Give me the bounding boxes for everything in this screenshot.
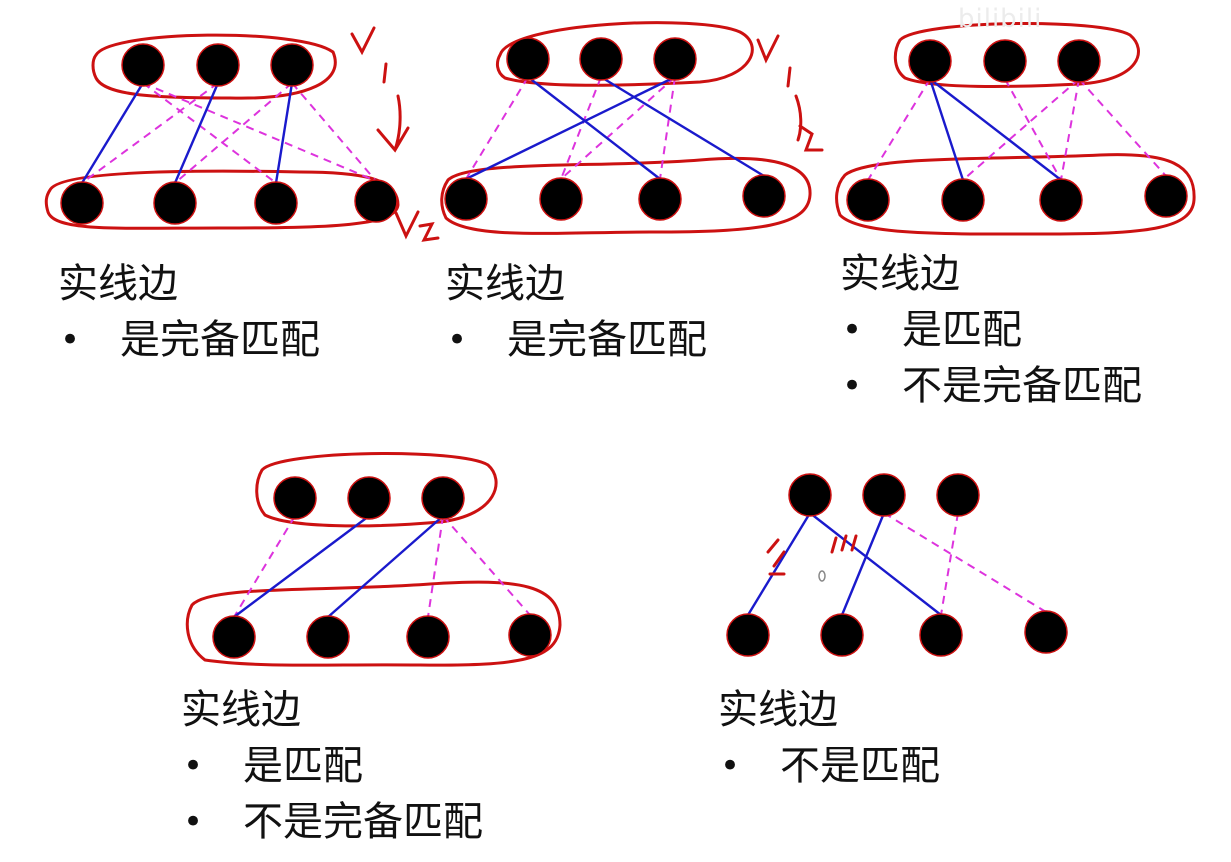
bullet-list: 是完备匹配 [58,312,320,368]
graph-p1 [44,33,400,230]
dashed-edge [962,78,1080,181]
solid-edge [327,515,444,618]
dashed-edge [1060,78,1080,181]
vertex [638,177,682,221]
vertex [121,43,165,87]
bullet-item: 是匹配 [840,302,1142,358]
dashed-edge [940,512,959,616]
v2-mark [794,94,824,152]
vertex [941,178,985,222]
vertex [506,37,550,81]
pen-dot [818,570,826,582]
vertex [153,181,197,225]
caption-p3: 实线边 是匹配 不是完备匹配 [840,246,1142,414]
dashed-edge [442,515,531,616]
dashed-edge [233,515,296,618]
vertex [254,181,298,225]
vertex [306,615,350,659]
vertex [653,37,697,81]
caption-title: 实线边 [181,687,301,733]
vertex [579,37,623,81]
bullet-item: 不是匹配 [718,738,940,794]
dashed-edge [427,515,444,618]
dashed-edge [1004,78,1062,181]
bullet-list: 是匹配 不是完备匹配 [840,302,1142,414]
vertex [1024,610,1068,654]
vertex [354,179,398,223]
vertex [60,181,104,225]
vertex [936,473,980,517]
bullet-item: 是完备匹配 [445,312,707,368]
vertex [846,178,890,222]
vertex [1057,39,1101,83]
solid-edge [929,78,1062,181]
caption-p4: 实线边 是匹配 不是完备匹配 [181,682,483,850]
vertex [539,177,583,221]
dashed-edge [867,78,931,181]
caption-title: 实线边 [718,687,838,733]
dashed-edge [659,76,676,180]
v1-mark [756,34,780,64]
vertex [196,43,240,87]
v1-subscript-mark [382,62,388,84]
caption-title: 实线边 [840,251,960,297]
solid-edge [80,82,145,184]
solid-edge [274,82,294,184]
solid-edge [928,78,965,181]
v2-mark [394,210,440,242]
solid-edge [840,512,886,616]
vertex [742,174,786,218]
vertex [919,613,963,657]
vertex [983,39,1027,83]
cross-mark-icon [830,534,858,554]
vertex [444,177,488,221]
caption-p5: 实线边 不是匹配 [718,682,940,794]
caption-title: 实线边 [445,261,565,307]
dashed-edge [291,82,377,182]
v1-subscript-mark [786,66,792,88]
vertex [1039,178,1083,222]
bullet-item: 是完备匹配 [58,312,320,368]
dashed-edge [883,512,1047,613]
bullet-item: 不是完备匹配 [181,794,483,850]
graph-p2 [440,21,812,235]
bullet-list: 是完备匹配 [445,312,707,368]
vertex [421,476,465,520]
solid-edge [746,512,812,616]
bullet-list: 是匹配 不是完备匹配 [181,738,483,850]
v1-mark [350,26,376,56]
graph-p3 [835,22,1196,236]
bullet-item: 不是完备匹配 [840,358,1142,414]
graph-p4 [185,452,562,667]
vertex [212,615,256,659]
vertex [820,613,864,657]
vertex [726,613,770,657]
bottom-set-loop [835,153,1196,236]
caption-title: 实线边 [58,261,178,307]
vertex [1144,174,1188,218]
vertex [406,615,450,659]
bullet-item: 是匹配 [181,738,483,794]
solid-edge [233,515,370,618]
watermark: bilibili [958,4,1043,34]
vertex [273,476,317,520]
vertex [908,39,952,83]
vertex [347,476,391,520]
bullet-list: 不是匹配 [718,738,940,794]
vertex [862,473,906,517]
down-arrow-icon [376,94,410,153]
graph-p5 [726,473,1068,657]
dashed-edge [1078,78,1167,177]
solid-edge [809,512,942,616]
vertex [270,43,314,87]
caption-p1: 实线边 是完备匹配 [58,256,320,368]
vertex [788,473,832,517]
caption-p2: 实线边 是完备匹配 [445,256,707,368]
vertex [508,613,552,657]
